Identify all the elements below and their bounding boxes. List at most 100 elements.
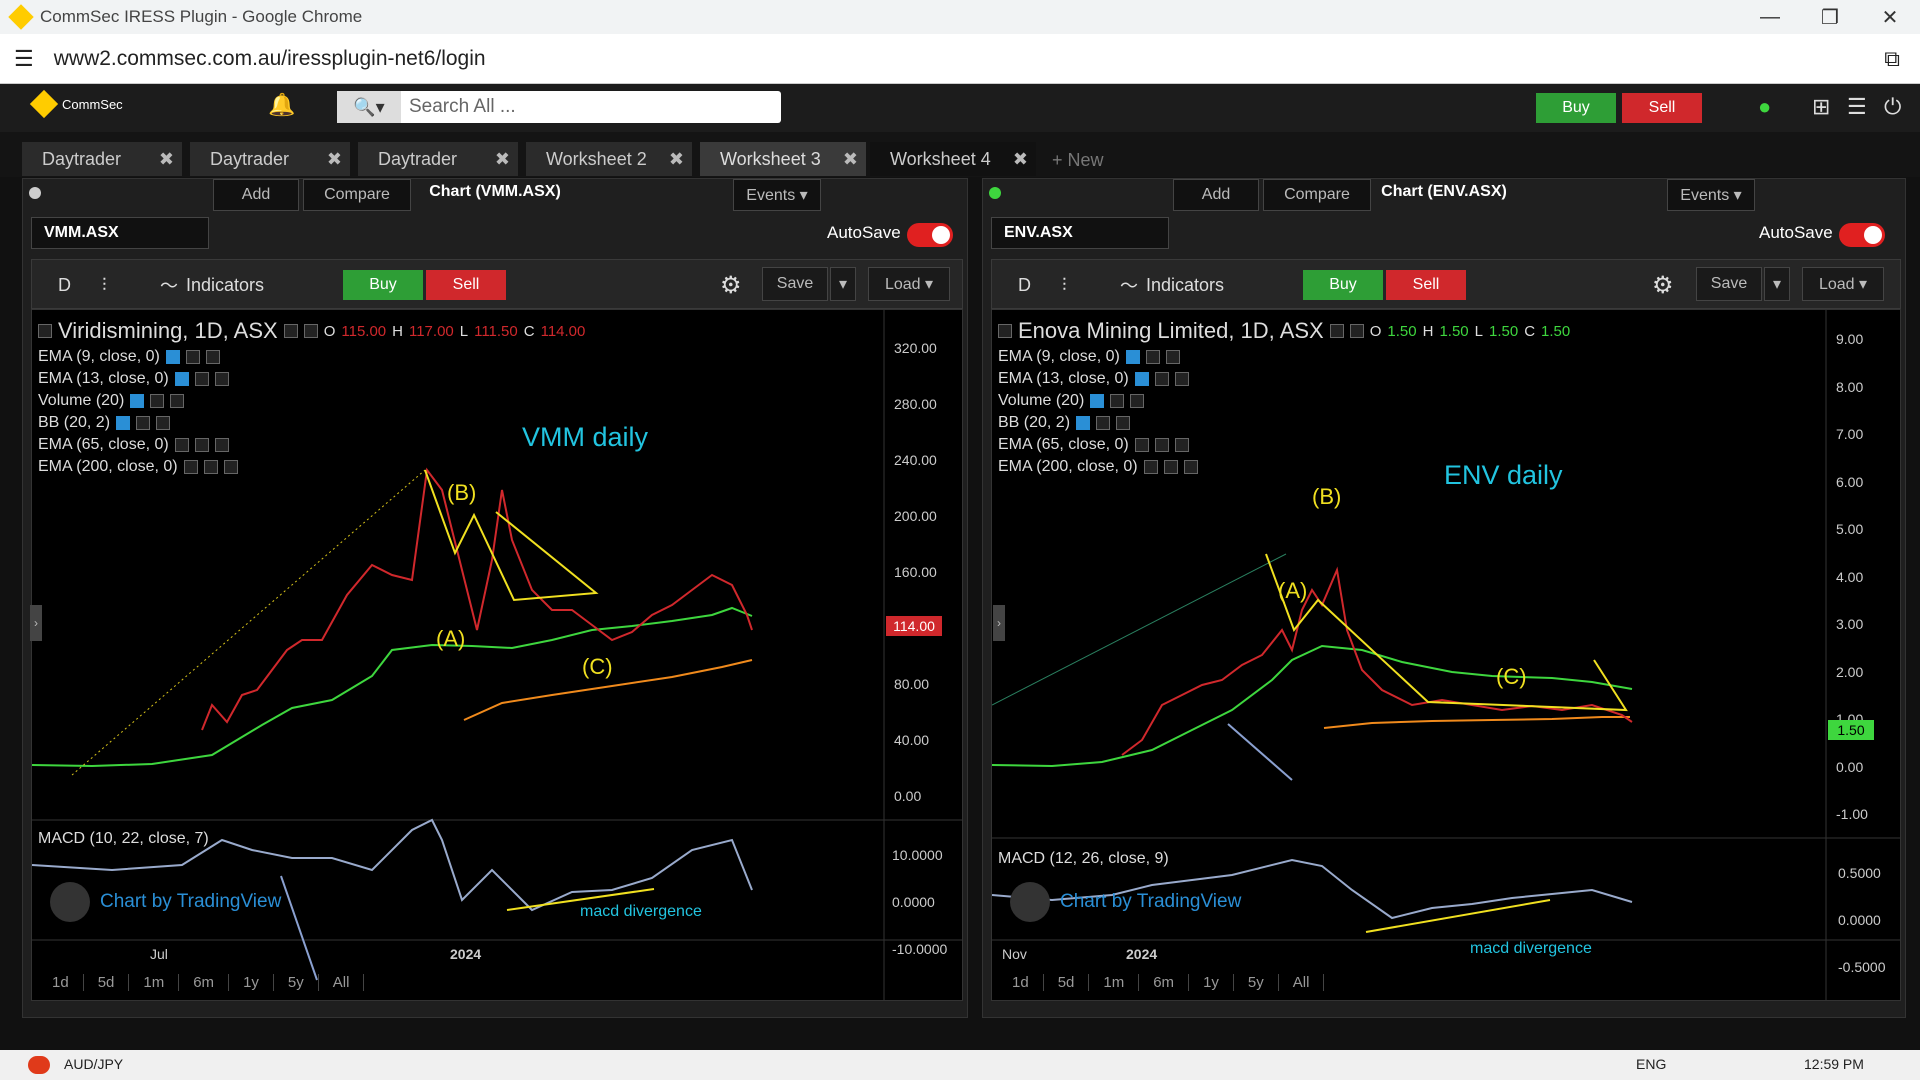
panel-collapse-handle[interactable]: › [993, 605, 1005, 641]
gear-icon[interactable] [303, 324, 318, 338]
autosave-toggle[interactable] [907, 223, 953, 247]
close-icon[interactable] [156, 416, 171, 430]
chart-buy-button[interactable]: Buy [1303, 270, 1383, 300]
timeframe-5y[interactable]: 5y [274, 974, 319, 991]
search-input[interactable]: 🔍▾ Search All ... [337, 91, 781, 123]
eye-icon[interactable] [1134, 372, 1149, 386]
gear-icon[interactable] [194, 372, 209, 386]
add-button[interactable]: Add [1173, 179, 1259, 211]
symbol-input[interactable]: VMM.ASX [31, 217, 209, 249]
lightbulb-icon[interactable]: ● [1758, 94, 1771, 120]
tab-daytrader-2[interactable]: Daytrader ✖ [190, 142, 350, 176]
timeframe-5y[interactable]: 5y [1234, 974, 1279, 991]
gear-icon[interactable] [1154, 372, 1169, 386]
study-row[interactable]: EMA (13, close, 0) [998, 368, 1570, 390]
settings-icon[interactable]: ⚙ [1652, 260, 1674, 310]
tradingview-badge[interactable]: Chart by TradingView [1010, 882, 1241, 922]
eye-icon[interactable] [183, 460, 198, 474]
close-tab-icon[interactable]: ✖ [159, 149, 174, 170]
study-row[interactable]: Volume (20) [38, 390, 585, 412]
chart-canvas[interactable]: Enova Mining Limited, 1D, ASX O 1.50 H 1.5… [991, 309, 1901, 1001]
collapse-icon[interactable] [38, 324, 52, 338]
tradingview-badge[interactable]: Chart by TradingView [50, 882, 281, 922]
close-icon[interactable] [170, 394, 185, 408]
notification-badge-icon[interactable] [28, 1056, 50, 1074]
clock[interactable]: 12:59 PM [1804, 1056, 1864, 1072]
study-row[interactable]: EMA (65, close, 0) [998, 434, 1570, 456]
language-indicator[interactable]: ENG [1636, 1056, 1666, 1072]
close-icon[interactable] [1174, 438, 1189, 452]
buy-button[interactable]: Buy [1536, 93, 1616, 123]
eye-icon[interactable] [1125, 350, 1140, 364]
load-button[interactable]: Load ▾ [868, 267, 950, 301]
close-icon[interactable] [1130, 394, 1145, 408]
save-button[interactable]: Save [762, 267, 828, 301]
close-tab-icon[interactable]: ✖ [327, 149, 342, 170]
eye-icon[interactable] [174, 438, 189, 452]
settings-icon[interactable]: ⚙ [720, 260, 742, 310]
study-row[interactable]: BB (20, 2) [38, 412, 585, 434]
timeframe-1y[interactable]: 1y [1189, 974, 1234, 991]
eye-icon[interactable] [1076, 416, 1091, 430]
gear-icon[interactable] [1110, 394, 1125, 408]
compare-button[interactable]: Compare [1263, 179, 1371, 211]
candle-type-icon[interactable]: ⫶ [102, 260, 107, 310]
study-row[interactable]: Volume (20) [998, 390, 1570, 412]
gear-icon[interactable] [150, 394, 165, 408]
save-dropdown-icon[interactable]: ▾ [830, 267, 856, 301]
study-row[interactable]: EMA (200, close, 0) [38, 456, 585, 478]
new-tab-button[interactable]: + New [1052, 150, 1104, 171]
study-row[interactable]: EMA (13, close, 0) [38, 368, 585, 390]
study-row[interactable]: EMA (9, close, 0) [998, 346, 1570, 368]
search-icon[interactable]: 🔍▾ [337, 91, 401, 123]
save-button[interactable]: Save [1696, 267, 1762, 301]
indicators-button[interactable]: 〜 Indicators [1120, 260, 1224, 310]
eye-icon[interactable] [1134, 438, 1149, 452]
sell-button[interactable]: Sell [1622, 93, 1702, 123]
close-icon[interactable] [223, 460, 238, 474]
gear-icon[interactable] [203, 460, 218, 474]
tab-daytrader-1[interactable]: Daytrader ✖ [22, 142, 182, 176]
chart-sell-button[interactable]: Sell [1386, 270, 1466, 300]
url-text[interactable]: www2.commsec.com.au/iressplugin-net6/log… [54, 47, 486, 71]
study-row[interactable]: EMA (9, close, 0) [38, 346, 585, 368]
gear-icon[interactable] [1154, 438, 1169, 452]
timeframe-1d[interactable]: 1d [38, 974, 84, 991]
minimize-icon[interactable]: — [1740, 0, 1800, 34]
panel-collapse-handle[interactable]: › [30, 605, 42, 641]
gear-icon[interactable] [194, 438, 209, 452]
add-button[interactable]: Add [213, 179, 299, 211]
close-tab-icon[interactable]: ✖ [843, 149, 858, 170]
ticker-widget[interactable]: AUD/JPY [64, 1056, 123, 1072]
bell-icon[interactable]: 🔔 [268, 92, 295, 118]
eye-icon[interactable] [174, 372, 189, 386]
eye-icon[interactable] [116, 416, 131, 430]
timeframe-1y[interactable]: 1y [229, 974, 274, 991]
gear-icon[interactable] [1349, 324, 1364, 338]
symbol-input[interactable]: ENV.ASX [991, 217, 1169, 249]
power-icon[interactable]: ⏻ [1884, 94, 1901, 120]
events-dropdown[interactable]: Events ▾ [733, 179, 821, 211]
compare-button[interactable]: Compare [303, 179, 411, 211]
tab-worksheet-3[interactable]: Worksheet 3 ✖ [700, 142, 866, 176]
eye-icon[interactable] [283, 324, 298, 338]
timeframe-all[interactable]: All [319, 974, 365, 991]
timeframe-1m[interactable]: 1m [1089, 974, 1140, 991]
chart-sell-button[interactable]: Sell [426, 270, 506, 300]
chart-buy-button[interactable]: Buy [343, 270, 423, 300]
close-icon[interactable] [1183, 460, 1198, 474]
gear-icon[interactable] [136, 416, 151, 430]
timeframe-5d[interactable]: 5d [84, 974, 130, 991]
menu-icon[interactable]: ☰ [1847, 94, 1867, 120]
restore-icon[interactable]: ❐ [1800, 0, 1860, 34]
load-button[interactable]: Load ▾ [1802, 267, 1884, 301]
gear-icon[interactable] [1163, 460, 1178, 474]
close-icon[interactable] [1174, 372, 1189, 386]
eye-icon[interactable] [1090, 394, 1105, 408]
brand-logo[interactable]: CommSec [29, 89, 123, 119]
close-icon[interactable] [214, 372, 229, 386]
events-dropdown[interactable]: Events ▾ [1667, 179, 1755, 211]
eye-icon[interactable] [165, 350, 180, 364]
close-tab-icon[interactable]: ✖ [669, 149, 684, 170]
close-icon[interactable] [1165, 350, 1180, 364]
